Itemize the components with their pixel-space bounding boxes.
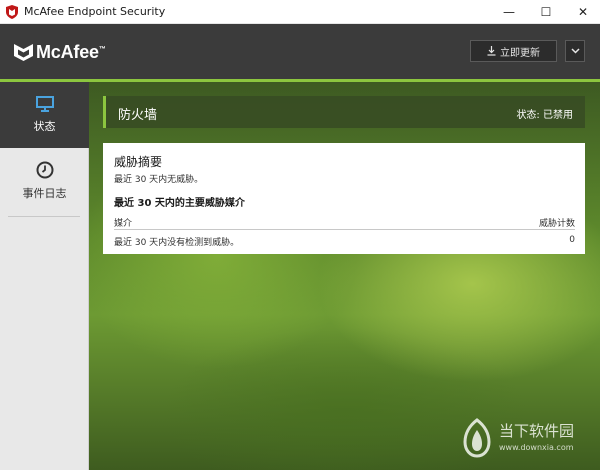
app-header: McAfee™ 立即更新 (0, 24, 600, 79)
close-icon: ✕ (577, 5, 589, 19)
main-content: 防火墙 状态: 已禁用 威胁摘要 最近 30 天内无威胁。 最近 30 天内的主… (89, 82, 600, 470)
table-row-count: 0 (569, 235, 575, 245)
module-name: 防火墙 (118, 108, 158, 123)
logo-text: McAfee™ (36, 42, 106, 63)
threat-summary-text: 最近 30 天内无威胁。 (114, 175, 204, 185)
firewall-status-banner[interactable]: 防火墙 状态: 已禁用 (103, 96, 585, 128)
mcafee-logo: McAfee™ (14, 41, 106, 63)
threat-summary-title: 威胁摘要 (114, 155, 163, 169)
update-now-button[interactable]: 立即更新 (470, 40, 557, 62)
trademark-mark: ™ (98, 45, 106, 53)
maximize-icon: ☐ (540, 5, 552, 19)
threat-vectors-title: 最近 30 天内的主要威胁媒介 (114, 198, 245, 209)
sidebar-item-event-log[interactable]: 事件日志 (0, 148, 89, 214)
menu-dropdown-button[interactable] (565, 40, 585, 62)
threat-summary-card: 威胁摘要 最近 30 天内无威胁。 最近 30 天内的主要威胁媒介 媒介 威胁计… (103, 143, 585, 254)
chevron-down-icon (570, 48, 580, 54)
watermark-url: www.downxia.com (499, 443, 574, 452)
download-icon (487, 46, 496, 56)
column-header-threat-count: 威胁计数 (538, 219, 575, 229)
watermark-logo-icon (463, 418, 491, 458)
sidebar-divider (8, 216, 80, 217)
mcafee-logo-icon (14, 44, 33, 61)
module-status: 状态: 已禁用 (516, 110, 573, 121)
monitor-icon (35, 96, 54, 112)
update-button-label: 立即更新 (500, 47, 540, 59)
title-bar: McAfee Endpoint Security — ☐ ✕ (0, 0, 600, 24)
watermark-name: 当下软件园 (499, 422, 575, 440)
clock-icon (36, 161, 53, 179)
sidebar: 状态 事件日志 (0, 82, 89, 470)
table-divider (114, 229, 575, 230)
close-button[interactable]: ✕ (560, 0, 600, 24)
window-title: McAfee Endpoint Security (24, 5, 166, 18)
minimize-icon: — (503, 5, 515, 19)
sidebar-item-status[interactable]: 状态 (0, 82, 89, 148)
table-row-media: 最近 30 天内没有检测到威胁。 (114, 238, 240, 248)
column-header-media: 媒介 (114, 219, 133, 229)
logo-wordmark: McAfee (36, 41, 99, 62)
watermark: 当下软件园 www.downxia.com (459, 418, 589, 462)
sidebar-item-label: 事件日志 (22, 187, 67, 200)
mcafee-shield-icon (6, 5, 18, 19)
sidebar-item-label: 状态 (33, 120, 56, 133)
